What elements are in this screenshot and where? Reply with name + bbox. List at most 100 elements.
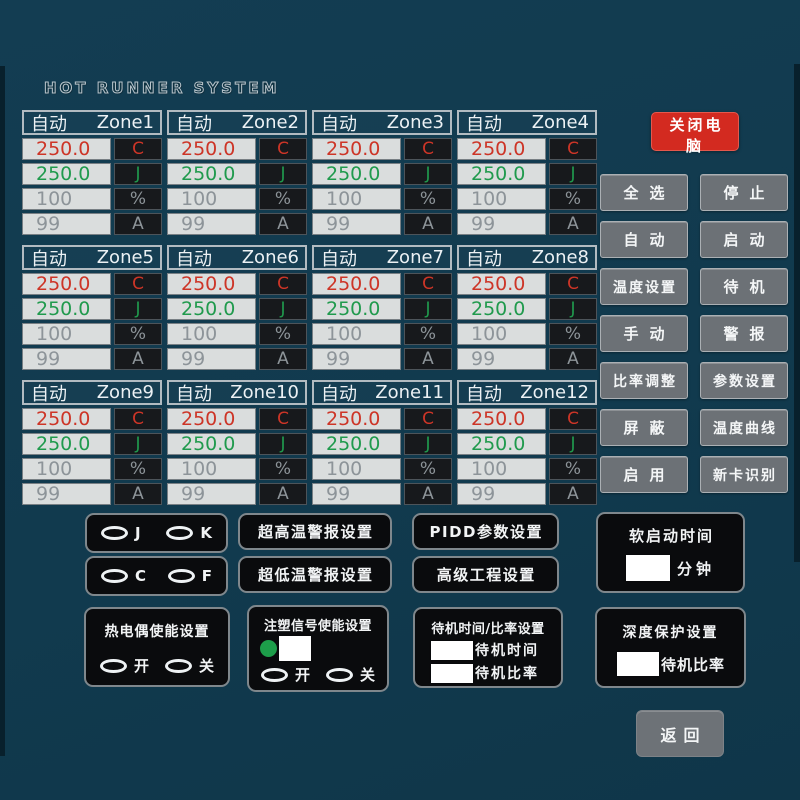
high-temp-alarm-settings-button[interactable]: 超高温警报设置 bbox=[238, 513, 392, 550]
zone-value-cell: 99 bbox=[457, 213, 546, 235]
action-button-11[interactable]: 屏蔽 bbox=[600, 409, 688, 446]
low-temp-alarm-settings-button[interactable]: 超低温警报设置 bbox=[238, 556, 392, 593]
zone-panel[interactable]: 自动 Zone12 250.0 C 250.0 J 100 % 99 A bbox=[457, 380, 597, 503]
zone-unit-cell: C bbox=[114, 273, 162, 295]
action-button-7[interactable]: 手动 bbox=[600, 315, 688, 352]
action-button-9[interactable]: 比率调整 bbox=[600, 362, 688, 399]
zone-panel[interactable]: 自动 Zone5 250.0 C 250.0 J 100 % 99 A bbox=[22, 245, 162, 368]
action-button-4[interactable]: 启动 bbox=[700, 221, 788, 258]
oval-indicator-icon bbox=[101, 569, 128, 583]
zone-name-label: Zone5 bbox=[97, 247, 154, 268]
zone-name-label: Zone6 bbox=[242, 247, 299, 268]
zone-value-cell: 99 bbox=[22, 213, 111, 235]
zone-value-cell: 250.0 bbox=[312, 298, 401, 320]
soft-start-input[interactable] bbox=[626, 555, 670, 581]
value-input[interactable] bbox=[431, 664, 473, 683]
option-toggle-C[interactable]: C bbox=[101, 567, 146, 585]
zone-panel[interactable]: 自动 Zone9 250.0 C 250.0 J 100 % 99 A bbox=[22, 380, 162, 503]
zone-unit-cell: % bbox=[114, 323, 162, 345]
action-button-label: 待机 bbox=[701, 276, 787, 297]
zone-row: 250.0 J bbox=[457, 433, 597, 455]
zone-value-cell: 99 bbox=[22, 483, 111, 505]
zone-row: 99 A bbox=[312, 213, 452, 235]
zone-panel[interactable]: 自动 Zone6 250.0 C 250.0 J 100 % 99 A bbox=[167, 245, 307, 368]
option-toggle-K[interactable]: K bbox=[166, 524, 212, 542]
action-button-12[interactable]: 温度曲线 bbox=[700, 409, 788, 446]
oval-indicator-icon bbox=[101, 526, 128, 540]
zone-unit-cell: A bbox=[259, 348, 307, 370]
left-edge-shadow bbox=[0, 66, 5, 756]
action-button-label: 启用 bbox=[601, 464, 687, 485]
zone-mode-label: 自动 bbox=[31, 245, 67, 271]
value-field-row: 待机比率 bbox=[617, 652, 744, 676]
zone-mode-label: 自动 bbox=[466, 245, 502, 271]
zone-row: 250.0 C bbox=[312, 273, 452, 295]
zone-row: 100 % bbox=[457, 188, 597, 210]
action-button-13[interactable]: 启用 bbox=[600, 456, 688, 493]
zone-panel[interactable]: 自动 Zone2 250.0 C 250.0 J 100 % 99 A bbox=[167, 110, 307, 233]
return-button[interactable]: 返回 bbox=[636, 710, 724, 757]
action-button-6[interactable]: 待机 bbox=[700, 268, 788, 305]
zone-panel[interactable]: 自动 Zone3 250.0 C 250.0 J 100 % 99 A bbox=[312, 110, 452, 233]
option-toggle-F[interactable]: F bbox=[168, 567, 212, 585]
action-button-3[interactable]: 自动 bbox=[600, 221, 688, 258]
zone-panel[interactable]: 自动 Zone1 250.0 C 250.0 J 100 % 99 A bbox=[22, 110, 162, 233]
zone-value-cell: 100 bbox=[312, 323, 401, 345]
zone-value-cell: 250.0 bbox=[167, 138, 256, 160]
thermocouple-options: 开 关 bbox=[86, 655, 228, 676]
zone-row: 99 A bbox=[167, 213, 307, 235]
zone-rows: 250.0 C 250.0 J 100 % 99 A bbox=[167, 138, 307, 235]
action-button-1[interactable]: 全选 bbox=[600, 174, 688, 211]
zone-value-cell: 250.0 bbox=[22, 298, 111, 320]
zone-mode-label: 自动 bbox=[176, 245, 212, 271]
zone-unit-cell: J bbox=[259, 298, 307, 320]
shutdown-computer-button[interactable]: 关闭电脑 bbox=[651, 112, 739, 151]
action-button-14[interactable]: 新卡识别 bbox=[700, 456, 788, 493]
standby-fields: 待机时间 待机比率 bbox=[415, 640, 561, 683]
value-input[interactable] bbox=[431, 641, 473, 660]
zone-panel[interactable]: 自动 Zone4 250.0 C 250.0 J 100 % 99 A bbox=[457, 110, 597, 233]
soft-start-panel: 软启动时间 分钟 bbox=[596, 512, 745, 593]
option-toggle-关[interactable]: 关 bbox=[326, 664, 375, 685]
option-label: K bbox=[200, 524, 212, 542]
zone-value-cell: 250.0 bbox=[457, 273, 546, 295]
zone-value-cell: 99 bbox=[457, 348, 546, 370]
injection-led-indicator-icon bbox=[260, 640, 277, 657]
zone-value-cell: 250.0 bbox=[457, 408, 546, 430]
option-toggle-开[interactable]: 开 bbox=[261, 664, 310, 685]
zone-header: 自动 Zone1 bbox=[22, 110, 162, 135]
zone-unit-cell: C bbox=[404, 138, 452, 160]
field-label: 待机时间 bbox=[475, 640, 539, 660]
zone-value-cell: 100 bbox=[457, 188, 546, 210]
zone-value-cell: 99 bbox=[167, 348, 256, 370]
soft-start-title: 软启动时间 bbox=[598, 525, 743, 546]
zone-panel[interactable]: 自动 Zone8 250.0 C 250.0 J 100 % 99 A bbox=[457, 245, 597, 368]
action-button-label: 温度曲线 bbox=[701, 418, 787, 438]
zone-unit-cell: % bbox=[549, 323, 597, 345]
injection-options: 开 关 bbox=[249, 664, 387, 685]
zone-panel[interactable]: 自动 Zone7 250.0 C 250.0 J 100 % 99 A bbox=[312, 245, 452, 368]
zone-row: 250.0 J bbox=[312, 433, 452, 455]
value-input[interactable] bbox=[617, 652, 659, 676]
zone-row: 99 A bbox=[167, 483, 307, 505]
action-button-5[interactable]: 温度设置 bbox=[600, 268, 688, 305]
action-button-2[interactable]: 停止 bbox=[700, 174, 788, 211]
zone-value-cell: 99 bbox=[457, 483, 546, 505]
zone-panel[interactable]: 自动 Zone10 250.0 C 250.0 J 100 % 99 A bbox=[167, 380, 307, 503]
zone-row: 99 A bbox=[22, 483, 162, 505]
oval-indicator-icon bbox=[165, 659, 192, 673]
action-button-10[interactable]: 参数设置 bbox=[700, 362, 788, 399]
option-toggle-关[interactable]: 关 bbox=[165, 655, 214, 676]
pidd-settings-button[interactable]: PIDD参数设置 bbox=[412, 513, 559, 550]
injection-input[interactable] bbox=[279, 636, 311, 661]
zone-row: 100 % bbox=[167, 323, 307, 345]
option-toggle-J[interactable]: J bbox=[101, 524, 141, 542]
zone-panel[interactable]: 自动 Zone11 250.0 C 250.0 J 100 % 99 A bbox=[312, 380, 452, 503]
zone-row: 250.0 J bbox=[22, 163, 162, 185]
option-toggle-开[interactable]: 开 bbox=[100, 655, 149, 676]
field-label: 待机比率 bbox=[661, 654, 725, 675]
zone-row: 100 % bbox=[312, 188, 452, 210]
zone-name-label: Zone2 bbox=[242, 112, 299, 133]
advanced-engineering-settings-button[interactable]: 高级工程设置 bbox=[412, 556, 559, 593]
action-button-8[interactable]: 警报 bbox=[700, 315, 788, 352]
